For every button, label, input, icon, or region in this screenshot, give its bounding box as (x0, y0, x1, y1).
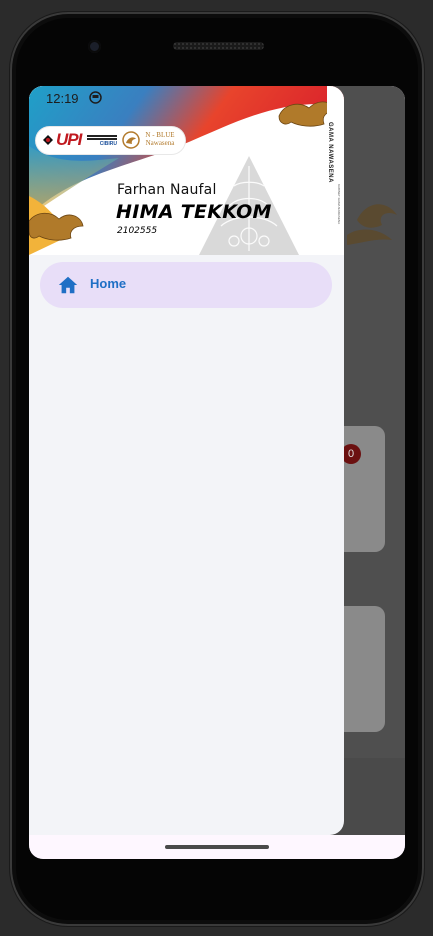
status-time: 12:19 (46, 91, 79, 106)
status-bar: 12:19 (29, 86, 344, 110)
nblue-subtitle: Nawasena (145, 139, 175, 147)
front-camera (88, 40, 101, 53)
notification-icon (89, 91, 102, 104)
card-subtitle-vertical: KABINET GAMA NAWASENA (337, 184, 341, 225)
home-icon (58, 276, 78, 294)
drawer-header: 12:19 UPI CIBIRU N - BLUE Nawasena GAMA … (29, 86, 344, 255)
nblue-emblem-icon (122, 131, 140, 149)
device-screen: 0 12:19 UPI CIBIRU N - BLUE Nawasena GAM… (29, 86, 405, 859)
logo-badge: UPI CIBIRU N - BLUE Nawasena (36, 127, 185, 154)
nblue-title: N - BLUE (145, 131, 175, 139)
card-title-vertical: GAMA NAWASENA (327, 122, 333, 183)
earpiece-speaker (173, 42, 264, 50)
organization-name: HIMA TEKKOM (116, 201, 272, 223)
background-badge: 0 (341, 444, 361, 464)
background-ornament (347, 204, 397, 245)
user-id-number: 2102555 (117, 226, 158, 236)
drawer-item-home[interactable]: Home (40, 262, 332, 308)
header-background-art (29, 86, 344, 255)
user-name: Farhan Naufal (117, 182, 217, 198)
upi-emblem-icon (43, 135, 53, 145)
home-gesture-handle[interactable] (165, 845, 269, 849)
upi-logo-text: UPI (56, 130, 82, 149)
campus-logo: CIBIRU (87, 135, 117, 147)
campus-name: CIBIRU (99, 141, 117, 147)
drawer-item-label: Home (90, 276, 127, 291)
nblue-logo-text: N - BLUE Nawasena (140, 131, 180, 147)
navigation-drawer: 12:19 UPI CIBIRU N - BLUE Nawasena GAMA … (29, 86, 344, 835)
gesture-nav-bar (29, 835, 405, 859)
